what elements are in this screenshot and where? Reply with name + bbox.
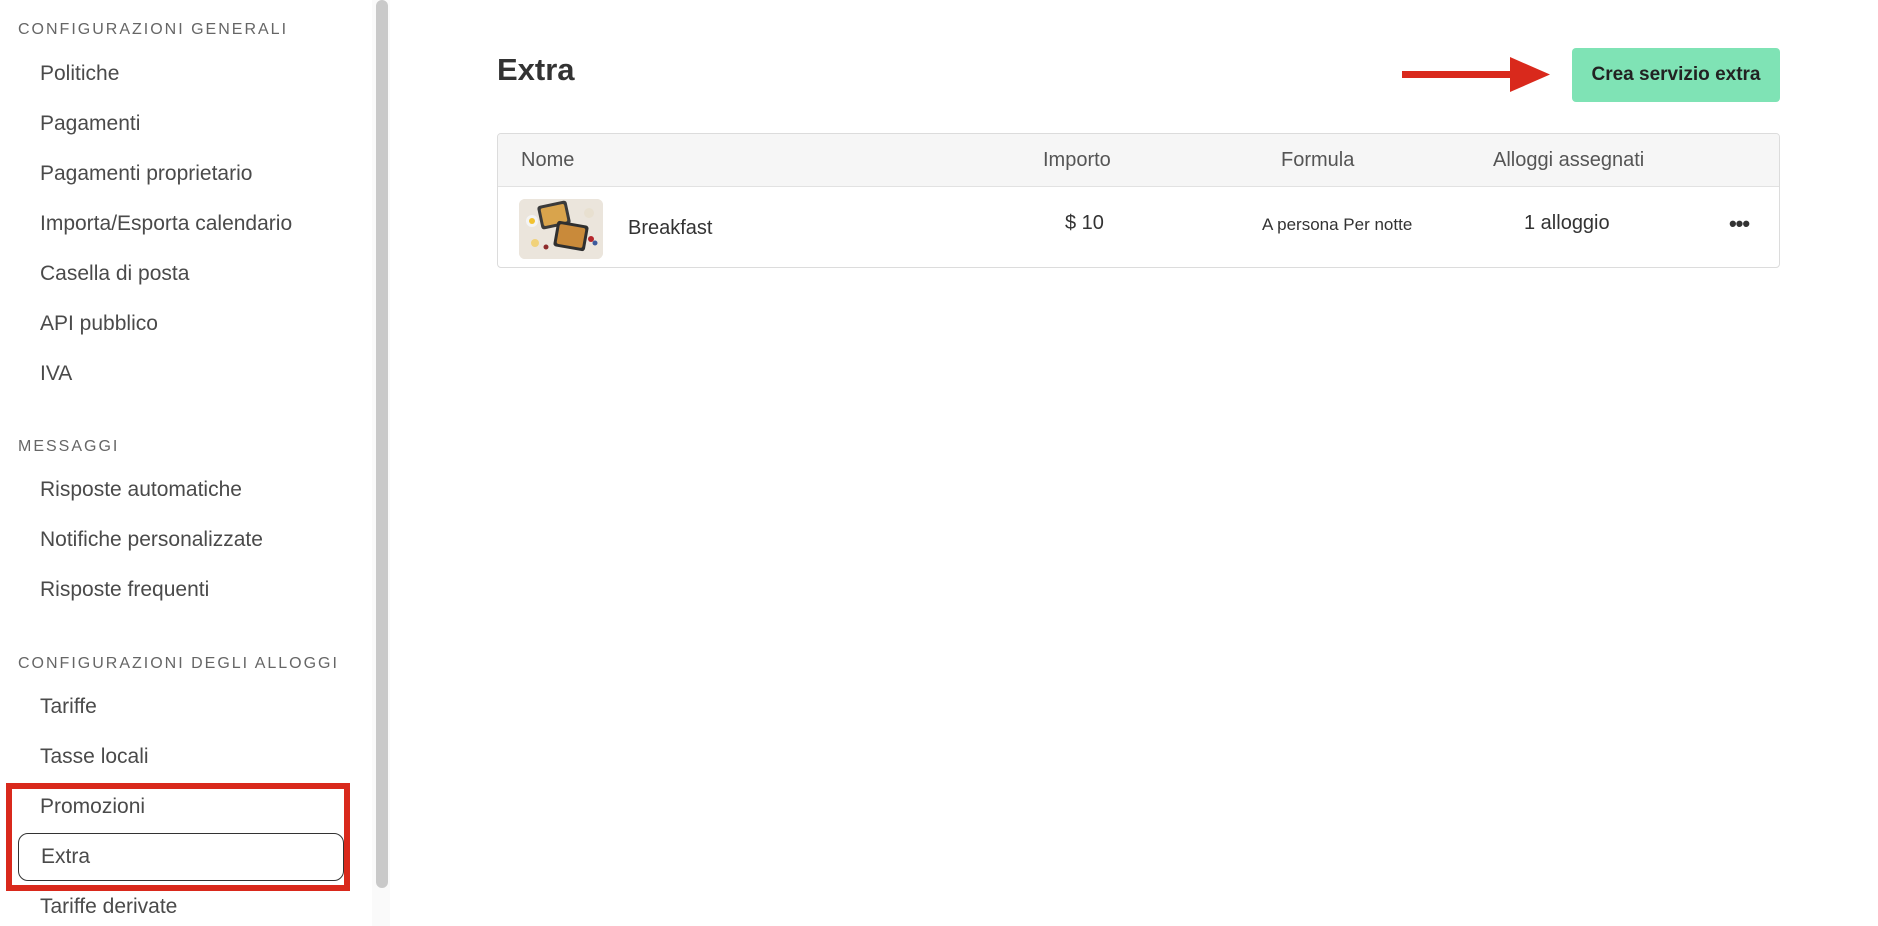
column-header-nome[interactable]: Nome [521, 149, 574, 172]
app-root: CONFIGURAZIONI GENERALI Politiche Pagame… [0, 0, 1878, 926]
sidebar-item-casella-posta[interactable]: Casella di posta [18, 250, 344, 298]
section-title-messaggi: MESSAGGI [18, 438, 120, 455]
arrow-right-icon [1402, 57, 1550, 92]
sidebar-item-politiche[interactable]: Politiche [18, 50, 344, 98]
column-header-importo[interactable]: Importo [1043, 149, 1111, 172]
column-header-alloggi[interactable]: Alloggi assegnati [1493, 149, 1644, 172]
sidebar-item-tariffe[interactable]: Tariffe [18, 683, 344, 731]
column-header-formula[interactable]: Formula [1281, 149, 1354, 172]
extra-assigned-properties: 1 alloggio [1524, 212, 1610, 234]
extras-table: Nome Importo Formula Alloggi assegnati B… [497, 133, 1780, 268]
extra-formula: A persona Per notte [1262, 215, 1413, 234]
sidebar-item-pagamenti-proprietario[interactable]: Pagamenti proprietario [18, 150, 344, 198]
sidebar: CONFIGURAZIONI GENERALI Politiche Pagame… [0, 0, 373, 926]
extra-amount: $ 10 [1065, 212, 1104, 234]
section-title-general: CONFIGURAZIONI GENERALI [18, 21, 289, 38]
table-row[interactable]: Breakfast $ 10 A persona Per notte 1 all… [498, 187, 1779, 267]
page-title: Extra [497, 52, 575, 87]
annotation-highlight-box [6, 783, 350, 891]
sidebar-item-risposte-automatiche[interactable]: Risposte automatiche [18, 466, 344, 514]
table-header: Nome Importo Formula Alloggi assegnati [498, 134, 1779, 187]
sidebar-scrollbar-thumb[interactable] [376, 0, 388, 888]
breakfast-image [519, 199, 603, 259]
create-extra-button[interactable]: Crea servizio extra [1572, 48, 1780, 102]
sidebar-item-tasse-locali[interactable]: Tasse locali [18, 733, 344, 781]
sidebar-item-notifiche[interactable]: Notifiche personalizzate [18, 516, 344, 564]
more-horizontal-icon[interactable]: ••• [1724, 209, 1754, 239]
sidebar-item-risposte-frequenti[interactable]: Risposte frequenti [18, 566, 344, 614]
sidebar-item-pagamenti[interactable]: Pagamenti [18, 100, 344, 148]
section-title-alloggi: CONFIGURAZIONI DEGLI ALLOGGI [18, 655, 339, 672]
sidebar-item-api[interactable]: API pubblico [18, 300, 344, 348]
extra-name[interactable]: Breakfast [628, 217, 712, 240]
sidebar-item-iva[interactable]: IVA [18, 350, 344, 398]
sidebar-item-importa-esporta[interactable]: Importa/Esporta calendario [18, 200, 344, 248]
